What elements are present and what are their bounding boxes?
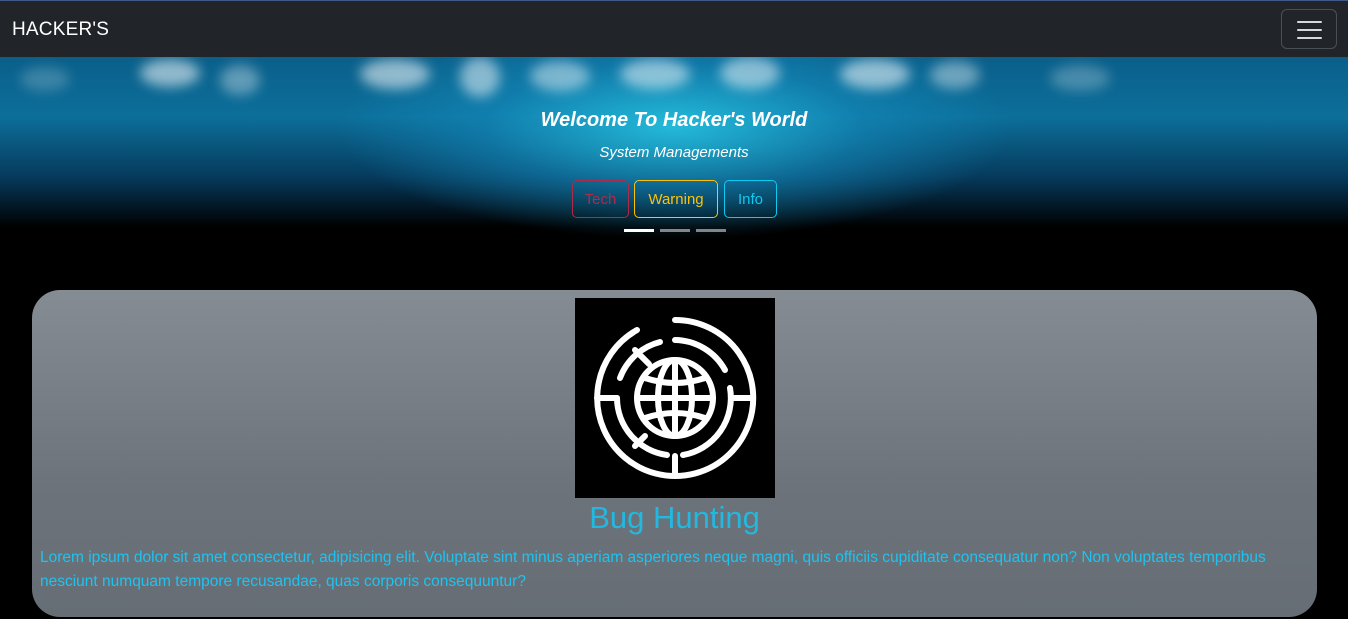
- carousel-indicator-2[interactable]: [660, 229, 690, 232]
- tech-button[interactable]: Tech: [572, 180, 629, 218]
- carousel-indicator-1[interactable]: [624, 229, 654, 232]
- warning-button[interactable]: Warning: [634, 180, 718, 218]
- hero-carousel: Welcome To Hacker's World System Managem…: [0, 57, 1348, 257]
- carousel-indicator-3[interactable]: [696, 229, 726, 232]
- card-text: Lorem ipsum dolor sit amet consectetur, …: [40, 549, 1266, 590]
- card-image: [575, 298, 775, 498]
- globe-maze-icon: [594, 317, 757, 479]
- hamburger-menu-icon: [1297, 21, 1322, 23]
- bug-hunting-card: Bug Hunting Lorem ipsum dolor sit amet c…: [32, 290, 1317, 617]
- bokeh-light: [140, 59, 200, 87]
- card-title: Bug Hunting: [589, 500, 760, 535]
- hero-subtitle: System Managements: [599, 144, 749, 161]
- navbar: HACKER'S: [0, 1, 1348, 57]
- info-button[interactable]: Info: [724, 180, 777, 218]
- hero-title: Welcome To Hacker's World: [540, 109, 808, 131]
- brand-logo-text[interactable]: HACKER'S: [12, 19, 109, 41]
- navbar-toggler-button[interactable]: [1281, 9, 1337, 49]
